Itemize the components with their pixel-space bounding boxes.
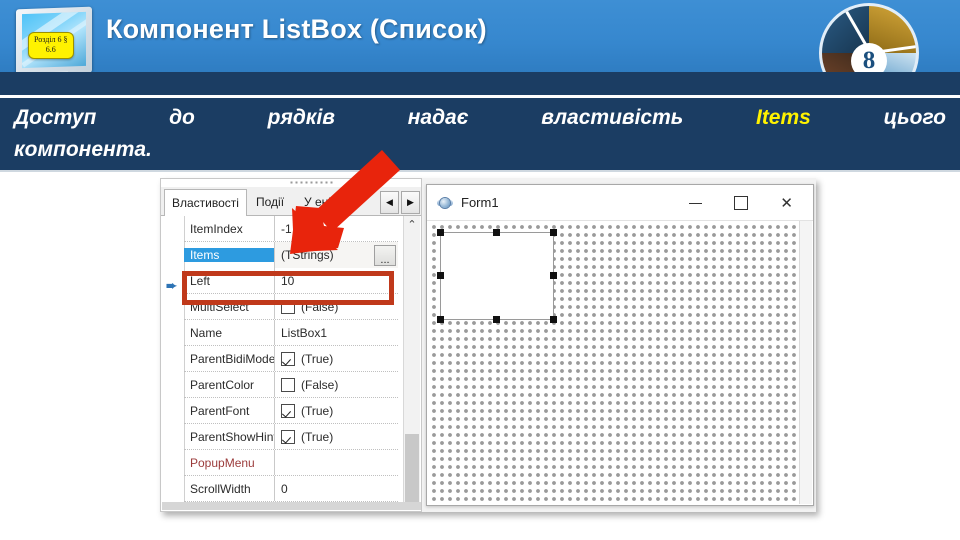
- property-value[interactable]: (True): [274, 424, 398, 449]
- property-value[interactable]: ListBox1: [274, 320, 398, 345]
- inspector-scrollbar[interactable]: ⌃: [403, 216, 420, 504]
- table-row[interactable]: ParentBidiMode (True): [184, 346, 398, 372]
- selected-row-marker: ➨: [166, 278, 177, 293]
- section-badge: Розділ 6 § 6.6: [28, 32, 74, 59]
- statement-word-4: властивість: [541, 106, 684, 129]
- property-grid: ➨ ItemIndex -1 Items (TStrings) ... Left…: [162, 216, 421, 504]
- tab-prev-button[interactable]: ◀: [380, 191, 399, 214]
- inspector-statusbar: [162, 502, 421, 510]
- property-name: PopupMenu: [190, 455, 255, 470]
- resize-handle[interactable]: [550, 272, 557, 279]
- tab-properties[interactable]: Властивості: [164, 189, 247, 216]
- checkbox-icon[interactable]: [281, 351, 295, 366]
- inspector-tabstrip: Властивості Події У ені ◀ ▶: [161, 187, 421, 216]
- statement-word-0: Доступ: [14, 106, 97, 129]
- window-controls: ✕: [689, 185, 807, 221]
- panel-grip: [289, 180, 333, 185]
- property-value-text: (True): [301, 429, 334, 444]
- statement-line2: компонента.: [14, 138, 152, 161]
- page-header: Розділ 6 § 6.6 Компонент ListBox (Список)…: [0, 0, 960, 72]
- checkbox-icon[interactable]: [281, 403, 295, 418]
- checkbox-icon[interactable]: [281, 429, 295, 444]
- table-row[interactable]: ParentShowHint (True): [184, 424, 398, 450]
- form-designer-window: Form1 ✕: [426, 184, 814, 506]
- table-row[interactable]: ParentColor (False): [184, 372, 398, 398]
- form-scrollbar[interactable]: [799, 221, 812, 504]
- property-value-text: (True): [301, 403, 334, 418]
- table-row[interactable]: Name ListBox1: [184, 320, 398, 346]
- property-value[interactable]: [274, 450, 398, 475]
- resize-handle[interactable]: [493, 229, 500, 236]
- property-value[interactable]: (False): [274, 372, 398, 397]
- property-value[interactable]: -1: [274, 216, 398, 241]
- property-value[interactable]: (True): [274, 346, 398, 371]
- property-name: ScrollWidth: [190, 481, 251, 496]
- close-icon[interactable]: ✕: [780, 196, 793, 211]
- scroll-up-icon[interactable]: ⌃: [404, 218, 420, 231]
- statement-word-3: надає: [407, 106, 469, 129]
- property-name: ParentShowHint: [190, 429, 274, 444]
- items-editor-button[interactable]: ...: [374, 245, 396, 266]
- property-name: Items: [184, 248, 274, 262]
- property-value[interactable]: (True): [274, 398, 398, 423]
- statement-word-2: рядків: [267, 106, 335, 129]
- statement-word-1: до: [169, 106, 195, 129]
- form-titlebar: Form1 ✕: [427, 185, 813, 221]
- tab-restricted[interactable]: У ені: [297, 190, 338, 215]
- header-underband: [0, 72, 960, 95]
- statement-highlight: Items: [755, 106, 811, 129]
- statement-banner: Доступ до рядків надає властивість Items…: [0, 98, 960, 172]
- tab-nav-buttons: ◀ ▶: [380, 191, 420, 214]
- property-name: ParentFont: [190, 403, 250, 418]
- form-icon: [437, 195, 453, 211]
- property-name: Name: [190, 325, 223, 340]
- items-row-highlight: [182, 271, 394, 305]
- statement-tail: цього: [883, 106, 946, 129]
- listbox-control[interactable]: [440, 232, 554, 320]
- form-title: Form1: [461, 195, 499, 210]
- chapter-badge: 8: [822, 6, 916, 72]
- table-row[interactable]: ScrollWidth 0: [184, 476, 398, 502]
- table-row[interactable]: ParentFont (True): [184, 398, 398, 424]
- property-gutter: [162, 216, 185, 504]
- table-row[interactable]: ItemIndex -1: [184, 216, 398, 242]
- scrollbar-thumb[interactable]: [405, 434, 419, 504]
- property-name: ItemIndex: [190, 221, 243, 236]
- property-value[interactable]: 0: [274, 476, 398, 501]
- page-title: Компонент ListBox (Список): [106, 14, 487, 44]
- resize-handle[interactable]: [437, 229, 444, 236]
- resize-handle[interactable]: [550, 316, 557, 323]
- property-name: ParentBidiMode: [190, 351, 274, 366]
- property-name: ParentColor: [190, 377, 255, 392]
- resize-handle[interactable]: [550, 229, 557, 236]
- tab-events[interactable]: Події: [249, 190, 291, 215]
- maximize-button[interactable]: [734, 196, 749, 210]
- checkbox-icon[interactable]: [281, 377, 295, 392]
- resize-handle[interactable]: [493, 316, 500, 323]
- resize-handle[interactable]: [437, 272, 444, 279]
- minimize-button[interactable]: [689, 202, 703, 204]
- object-inspector-panel: Властивості Події У ені ◀ ▶ ➨ ItemIndex …: [160, 178, 422, 512]
- table-row[interactable]: PopupMenu: [184, 450, 398, 476]
- chapter-number: 8: [851, 43, 887, 72]
- embedded-screenshot: Властивості Події У ені ◀ ▶ ➨ ItemIndex …: [160, 178, 816, 512]
- property-value-text: (False): [301, 377, 339, 392]
- resize-handle[interactable]: [437, 316, 444, 323]
- form-canvas[interactable]: [428, 221, 800, 504]
- tab-next-button[interactable]: ▶: [401, 191, 420, 214]
- table-row[interactable]: Items (TStrings) ...: [184, 242, 398, 268]
- property-value-text: (True): [301, 351, 334, 366]
